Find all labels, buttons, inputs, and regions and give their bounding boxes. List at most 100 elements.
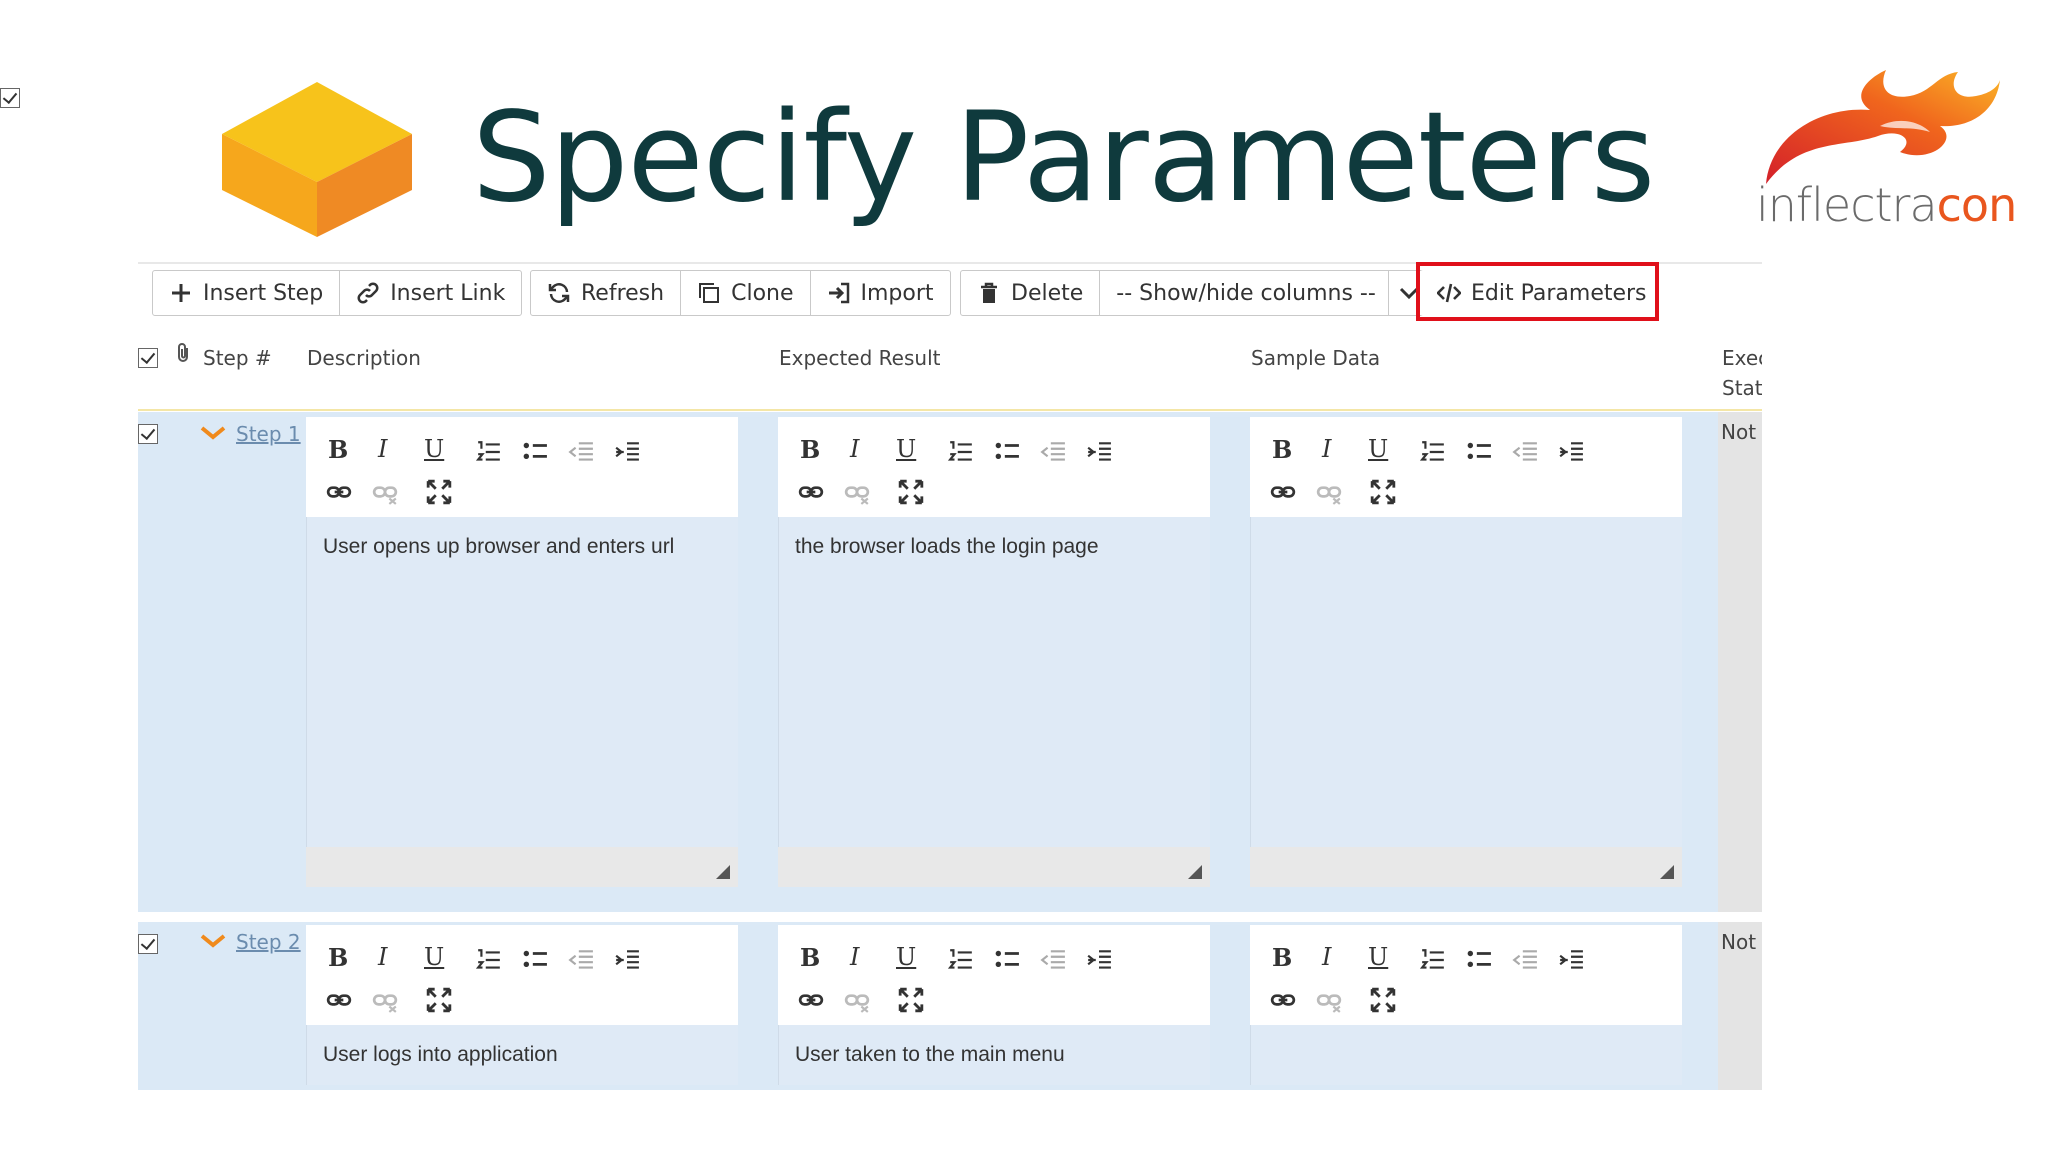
editor-content-area[interactable]: User logs into application xyxy=(306,1025,738,1085)
link-icon[interactable] xyxy=(326,479,352,505)
ordered-list-icon[interactable] xyxy=(476,947,502,973)
editor-content-area[interactable] xyxy=(1250,517,1682,847)
indent-icon[interactable] xyxy=(1558,439,1584,465)
insert-link-button[interactable]: Insert Link xyxy=(340,271,521,315)
column-header-step[interactable]: Step # xyxy=(203,346,272,370)
editor-content-area[interactable]: the browser loads the login page xyxy=(778,517,1210,847)
italic-icon[interactable]: I xyxy=(1322,943,1331,971)
link-icon[interactable] xyxy=(1270,987,1296,1013)
show-hide-columns-label: -- Show/hide columns -- xyxy=(1116,280,1376,306)
bold-icon[interactable]: B xyxy=(328,943,348,972)
italic-icon[interactable]: I xyxy=(378,943,387,971)
outdent-icon[interactable] xyxy=(1040,439,1066,465)
unlink-icon[interactable] xyxy=(1316,479,1342,505)
underline-icon[interactable]: U xyxy=(896,943,916,971)
fullscreen-icon[interactable] xyxy=(898,479,924,505)
refresh-button[interactable]: Refresh xyxy=(531,271,682,315)
indent-icon[interactable] xyxy=(614,439,640,465)
underline-icon[interactable]: U xyxy=(424,943,444,971)
indent-icon[interactable] xyxy=(1086,439,1112,465)
italic-icon[interactable]: I xyxy=(378,435,387,463)
bullet-list-icon[interactable] xyxy=(994,439,1020,465)
ordered-list-icon[interactable] xyxy=(476,439,502,465)
resize-handle[interactable] xyxy=(1250,847,1682,887)
link-icon[interactable] xyxy=(1270,479,1296,505)
unlink-icon[interactable] xyxy=(372,987,398,1013)
fullscreen-icon[interactable] xyxy=(426,987,452,1013)
column-header-exec-status-line2[interactable]: Stat xyxy=(1722,376,1762,400)
resize-handle[interactable] xyxy=(778,847,1210,887)
bullet-list-icon[interactable] xyxy=(522,439,548,465)
expand-chevron-icon[interactable] xyxy=(200,934,226,948)
exec-status-cell xyxy=(1718,412,1762,912)
show-hide-columns-select[interactable]: -- Show/hide columns -- xyxy=(1100,271,1389,315)
ordered-list-icon[interactable] xyxy=(1420,439,1446,465)
import-button[interactable]: Import xyxy=(811,271,950,315)
column-header-expected-result[interactable]: Expected Result xyxy=(779,346,940,370)
insert-step-button[interactable]: Insert Step xyxy=(153,271,341,315)
bold-icon[interactable]: B xyxy=(1272,435,1292,464)
column-header-sample-data[interactable]: Sample Data xyxy=(1251,346,1380,370)
italic-icon[interactable]: I xyxy=(850,943,859,971)
flame-icon xyxy=(1766,70,2000,184)
bold-icon-glyph: B xyxy=(328,435,349,464)
indent-icon[interactable] xyxy=(1086,947,1112,973)
select-all-checkbox[interactable] xyxy=(138,348,158,368)
outdent-icon[interactable] xyxy=(1512,947,1538,973)
link-icon[interactable] xyxy=(798,479,824,505)
fullscreen-icon[interactable] xyxy=(1370,479,1396,505)
link-icon[interactable] xyxy=(326,987,352,1013)
indent-icon[interactable] xyxy=(614,947,640,973)
editor-content-area[interactable]: User opens up browser and enters url xyxy=(306,517,738,847)
bold-icon[interactable]: B xyxy=(1272,943,1292,972)
italic-icon[interactable]: I xyxy=(1322,435,1331,463)
outdent-icon[interactable] xyxy=(1040,947,1066,973)
underline-icon[interactable]: U xyxy=(1368,943,1388,971)
column-header-exec-status-line1[interactable]: Exec xyxy=(1722,346,1762,370)
column-header-description[interactable]: Description xyxy=(307,346,421,370)
insert-button-group: Insert Step Insert Link xyxy=(152,270,523,316)
bullet-list-icon[interactable] xyxy=(522,947,548,973)
clone-button[interactable]: Clone xyxy=(681,271,811,315)
bullet-list-icon[interactable] xyxy=(1466,947,1492,973)
fullscreen-icon[interactable] xyxy=(898,987,924,1013)
unlink-icon[interactable] xyxy=(844,987,870,1013)
bold-icon[interactable]: B xyxy=(800,943,820,972)
outdent-icon[interactable] xyxy=(568,947,594,973)
underline-icon[interactable]: U xyxy=(1368,435,1388,463)
unlink-icon[interactable] xyxy=(844,479,870,505)
ordered-list-icon[interactable] xyxy=(1420,947,1446,973)
bullet-list-icon[interactable] xyxy=(994,947,1020,973)
underline-icon-glyph: U xyxy=(1368,943,1389,971)
expand-chevron-icon[interactable] xyxy=(200,426,226,440)
trash-icon xyxy=(981,282,997,303)
ordered-list-icon[interactable] xyxy=(948,439,974,465)
editor-toolbar: BIU xyxy=(778,925,1210,1025)
italic-icon[interactable]: I xyxy=(850,435,859,463)
delete-button[interactable]: Delete xyxy=(961,271,1101,315)
underline-icon[interactable]: U xyxy=(896,435,916,463)
bold-icon[interactable]: B xyxy=(328,435,348,464)
row-checkbox[interactable] xyxy=(138,934,158,954)
indent-icon[interactable] xyxy=(1558,947,1584,973)
fullscreen-icon[interactable] xyxy=(1370,987,1396,1013)
editor-content-area[interactable] xyxy=(1250,1025,1682,1085)
fullscreen-icon[interactable] xyxy=(426,479,452,505)
ordered-list-icon[interactable] xyxy=(948,947,974,973)
row-checkbox[interactable] xyxy=(138,424,158,444)
step-link[interactable]: Step 1 xyxy=(236,422,301,446)
bullet-list-icon[interactable] xyxy=(1466,439,1492,465)
exec-status-text: Not xyxy=(1721,930,1757,954)
paperclip-icon xyxy=(178,343,188,362)
clone-label: Clone xyxy=(731,280,794,306)
resize-handle[interactable] xyxy=(306,847,738,887)
outdent-icon[interactable] xyxy=(568,439,594,465)
link-icon[interactable] xyxy=(798,987,824,1013)
underline-icon[interactable]: U xyxy=(424,435,444,463)
unlink-icon[interactable] xyxy=(1316,987,1342,1013)
step-link[interactable]: Step 2 xyxy=(236,930,301,954)
unlink-icon[interactable] xyxy=(372,479,398,505)
editor-content-area[interactable]: User taken to the main menu xyxy=(778,1025,1210,1085)
outdent-icon[interactable] xyxy=(1512,439,1538,465)
bold-icon[interactable]: B xyxy=(800,435,820,464)
